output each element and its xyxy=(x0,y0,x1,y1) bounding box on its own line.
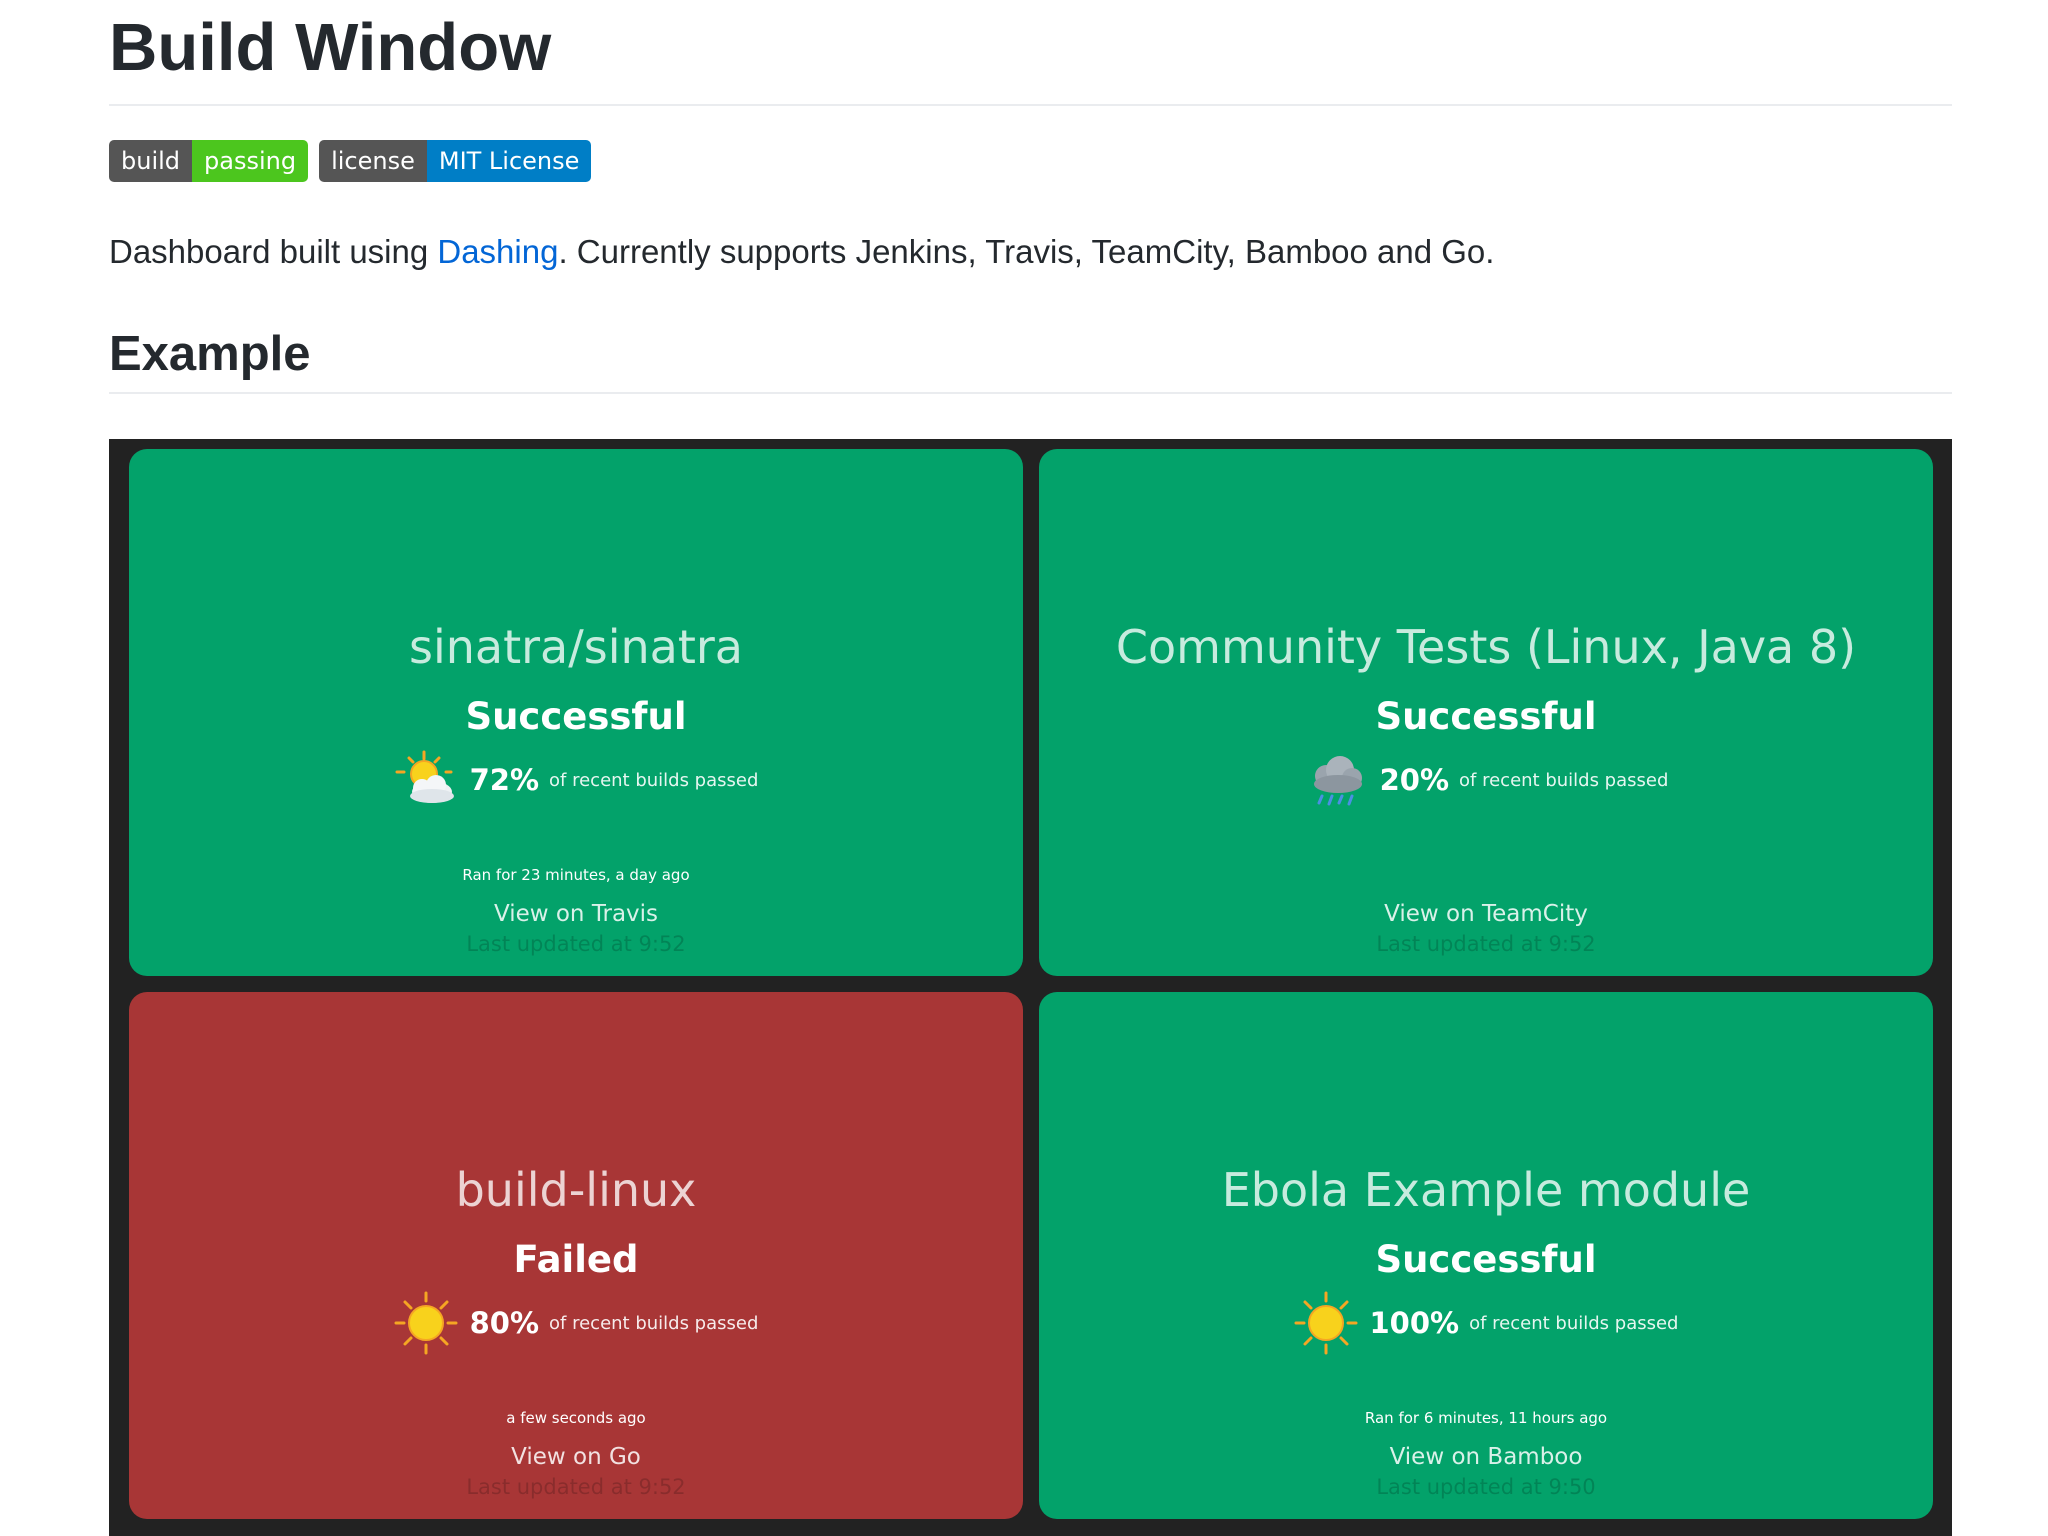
widget-updated-at: Last updated at 9:52 xyxy=(1376,932,1596,956)
widget-caption: of recent builds passed xyxy=(549,1312,759,1334)
badge-value: passing xyxy=(192,140,309,182)
description-paragraph: Dashboard built using Dashing. Currently… xyxy=(109,230,1952,274)
license-badge[interactable]: license MIT License xyxy=(319,140,592,182)
widget-title: Ebola Example module xyxy=(1221,1163,1751,1217)
widget-updated-at: Last updated at 9:52 xyxy=(466,932,686,956)
widget-updated-at: Last updated at 9:52 xyxy=(466,1475,686,1499)
badge-label: license xyxy=(319,140,427,182)
view-on-go-link[interactable]: View on Go xyxy=(129,1442,1023,1472)
widget-duration: Ran for 23 minutes, a day ago xyxy=(462,866,690,884)
widget-title: sinatra/sinatra xyxy=(409,620,743,674)
widget-status: Successful xyxy=(465,695,687,738)
rain-cloud-icon xyxy=(1313,756,1362,806)
build-widget-sinatra: sinatra/sinatra Successful 72% of recent… xyxy=(129,449,1023,976)
widget-status: Successful xyxy=(1375,1238,1597,1281)
badge-label: build xyxy=(109,140,193,182)
widget-caption: of recent builds passed xyxy=(1469,1312,1679,1334)
view-on-teamcity-link[interactable]: View on TeamCity xyxy=(1039,899,1933,929)
sun-cloud-icon xyxy=(395,750,454,803)
readme-content: Build Window build passing license MIT L… xyxy=(109,0,1952,394)
page-title: Build Window xyxy=(109,0,1952,106)
widget-percent: 80% xyxy=(469,1306,540,1340)
sun-icon xyxy=(394,1291,458,1355)
widget-caption: of recent builds passed xyxy=(549,769,759,791)
dashing-link[interactable]: Dashing xyxy=(437,233,558,270)
badge-row: build passing license MIT License xyxy=(109,140,1952,182)
build-status-badge[interactable]: build passing xyxy=(109,140,309,182)
widget-health: 100% of recent builds passed xyxy=(1039,1288,1933,1358)
build-widget-build-linux: build-linux Failed 80% of recent builds … xyxy=(129,992,1023,1519)
widget-title: Community Tests (Linux, Java 8) xyxy=(1115,620,1857,674)
widget-percent: 72% xyxy=(469,763,540,797)
widget-updated-at: Last updated at 9:50 xyxy=(1376,1475,1596,1499)
description-text-before: Dashboard built using xyxy=(109,233,438,270)
widget-status: Failed xyxy=(513,1238,639,1281)
widget-percent: 20% xyxy=(1379,763,1450,797)
view-on-travis-link[interactable]: View on Travis xyxy=(129,899,1023,929)
widget-duration: Ran for 6 minutes, 11 hours ago xyxy=(1364,1409,1608,1427)
dashboard-screenshot: sinatra/sinatra Successful 72% of recent… xyxy=(109,439,1952,1536)
badge-value: MIT License xyxy=(426,140,592,182)
view-on-bamboo-link[interactable]: View on Bamboo xyxy=(1039,1442,1933,1472)
build-widget-community-tests: Community Tests (Linux, Java 8) Successf… xyxy=(1039,449,1933,976)
sun-icon xyxy=(1294,1291,1357,1355)
widget-health: 80% of recent builds passed xyxy=(129,1288,1023,1358)
section-heading-example: Example xyxy=(109,326,1952,394)
widget-caption: of recent builds passed xyxy=(1459,769,1669,791)
widget-title: build-linux xyxy=(455,1163,697,1217)
build-widget-ebola-example: Ebola Example module Successful 100% of … xyxy=(1039,992,1933,1519)
widget-duration: a few seconds ago xyxy=(506,1409,646,1427)
widget-health: 20% of recent builds passed xyxy=(1039,745,1933,815)
description-text-after: . Currently supports Jenkins, Travis, Te… xyxy=(558,233,1495,270)
widget-percent: 100% xyxy=(1369,1306,1460,1340)
widget-status: Successful xyxy=(1375,695,1597,738)
widget-health: 72% of recent builds passed xyxy=(129,745,1023,815)
